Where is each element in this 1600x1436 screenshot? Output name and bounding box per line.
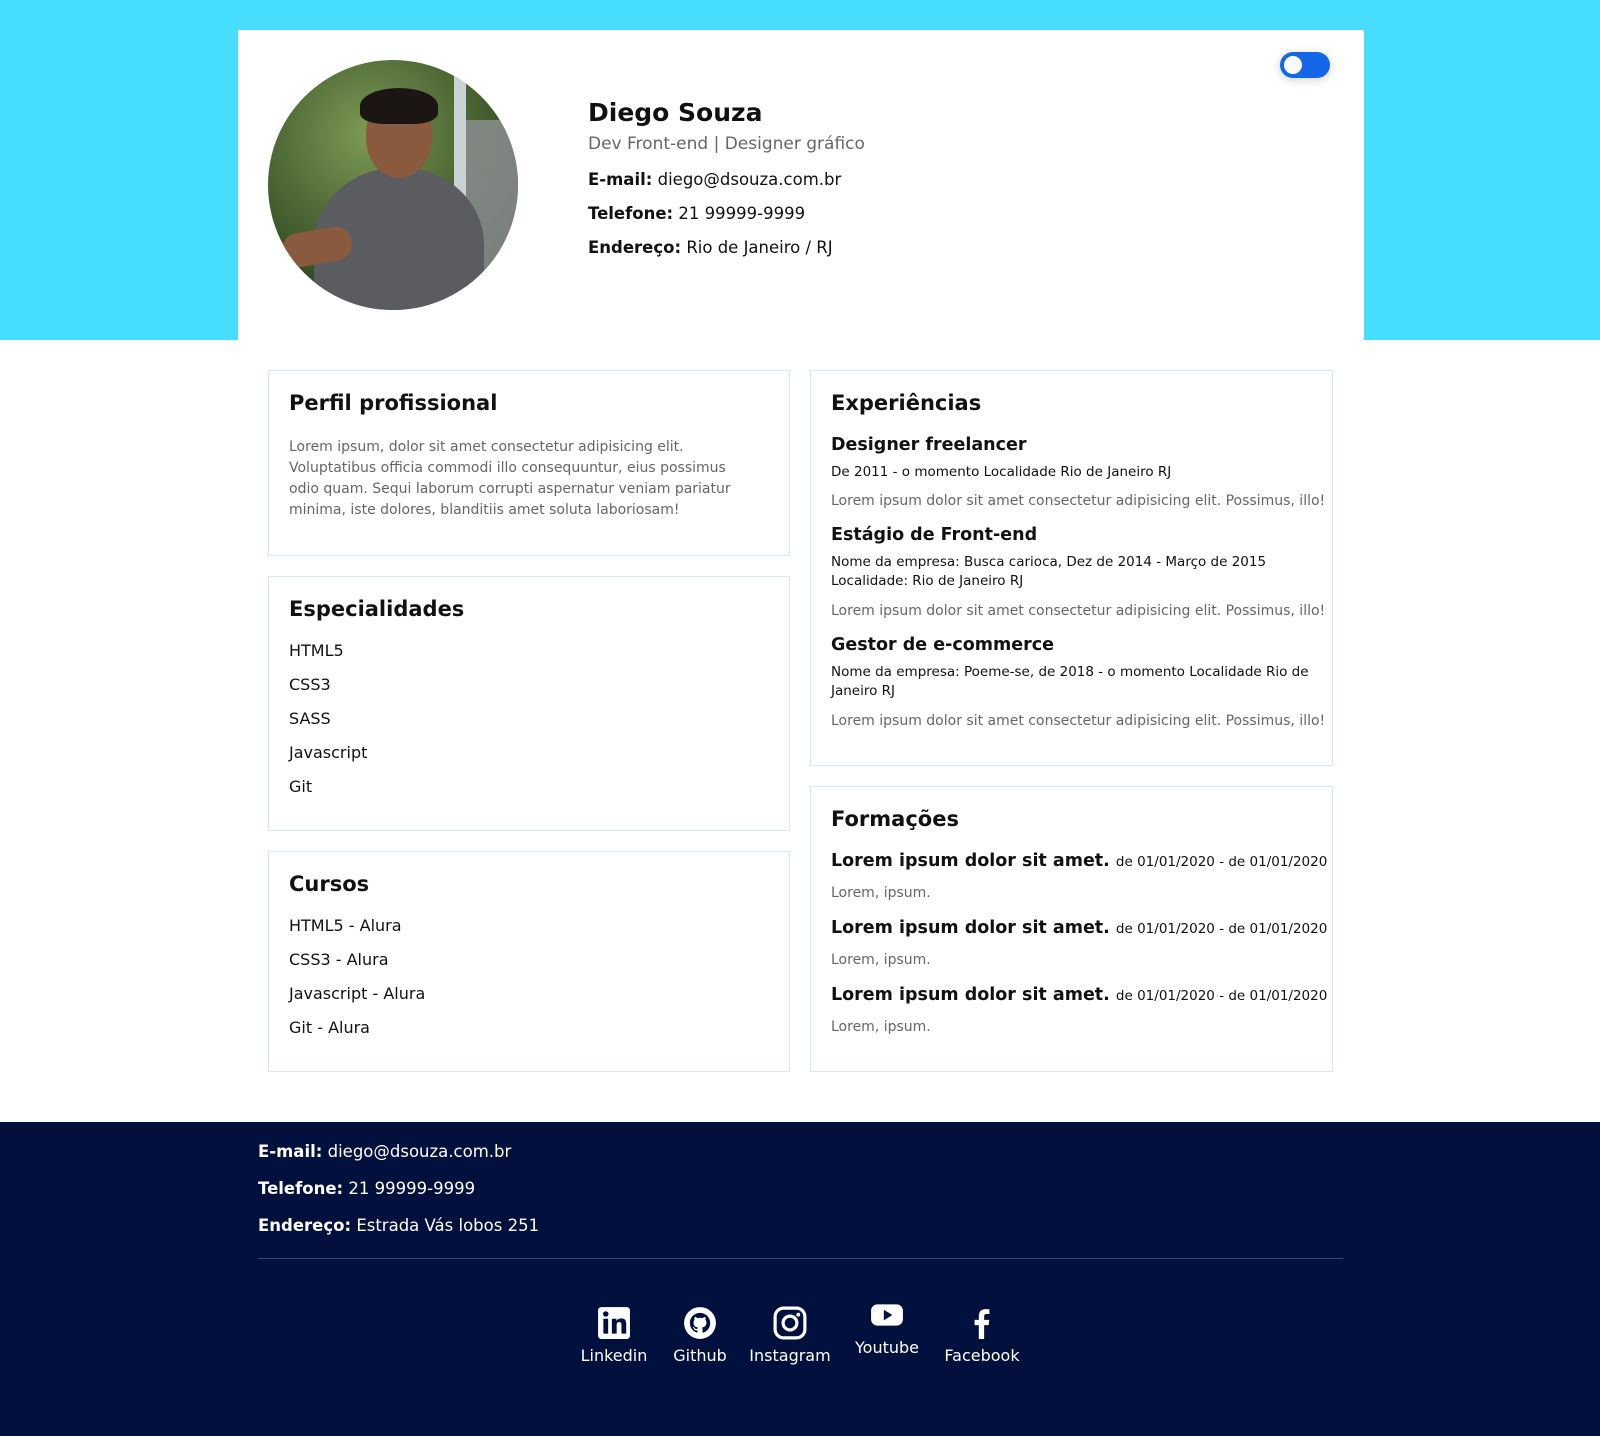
github-icon: [684, 1307, 716, 1339]
theme-toggle[interactable]: [1280, 52, 1330, 78]
linkedin-icon: [598, 1307, 630, 1339]
formacoes-card: Formações Lorem ipsum dolor sit amet. de…: [810, 786, 1333, 1072]
footer-phone-label: Telefone:: [258, 1179, 344, 1198]
formacao-description: Lorem, ipsum.: [831, 885, 931, 901]
cursos-title: Cursos: [289, 872, 370, 896]
social-link-github[interactable]: Github: [670, 1306, 730, 1365]
footer: E-mail: diego@dsouza.com.br Telefone: 21…: [0, 1122, 1600, 1436]
social-label: Github: [673, 1346, 727, 1365]
address-label: Endereço:: [588, 238, 682, 257]
profile-name: Diego Souza: [588, 98, 763, 127]
list-item: HTML5: [289, 641, 344, 660]
especialidades-title: Especialidades: [289, 597, 465, 621]
phone-label: Telefone:: [588, 204, 674, 223]
job-description: Lorem ipsum dolor sit amet consectetur a…: [831, 493, 1326, 509]
job-title: Gestor de e-commerce: [831, 635, 1054, 655]
avatar-hair: [360, 88, 438, 124]
cursos-card: Cursos HTML5 - Alura CSS3 - Alura Javasc…: [268, 851, 790, 1072]
formacao-name: Lorem ipsum dolor sit amet.: [831, 851, 1110, 871]
formacao-name: Lorem ipsum dolor sit amet.: [831, 985, 1110, 1005]
list-item: CSS3: [289, 675, 331, 694]
profile-role: Dev Front-end | Designer gráfico: [588, 134, 865, 154]
list-item: HTML5 - Alura: [289, 916, 402, 935]
email-label: E-mail:: [588, 170, 653, 189]
job-meta: De 2011 - o momento Localidade Rio de Ja…: [831, 464, 1172, 480]
toggle-knob: [1284, 56, 1302, 74]
social-link-facebook[interactable]: Facebook: [944, 1306, 1020, 1365]
formacao-title: Lorem ipsum dolor sit amet. de 01/01/202…: [831, 851, 1327, 871]
especialidades-card: Especialidades HTML5 CSS3 SASS Javascrip…: [268, 576, 790, 831]
experiencias-card: Experiências Designer freelancer De 2011…: [810, 370, 1333, 766]
list-item: Git: [289, 777, 313, 796]
list-item: Git - Alura: [289, 1018, 370, 1037]
profile-header: Diego Souza Dev Front-end | Designer grá…: [238, 30, 1364, 340]
social-link-instagram[interactable]: Instagram: [748, 1306, 832, 1365]
job-title: Designer freelancer: [831, 435, 1027, 455]
social-label: Linkedin: [580, 1346, 648, 1365]
social-label: Youtube: [855, 1338, 919, 1357]
social-link-youtube[interactable]: Youtube: [852, 1298, 922, 1357]
header-email: E-mail: diego@dsouza.com.br: [588, 170, 841, 189]
youtube-icon: [871, 1304, 903, 1326]
perfil-title: Perfil profissional: [289, 391, 498, 415]
phone-value: 21 99999-9999: [678, 204, 806, 223]
footer-phone: Telefone: 21 99999-9999: [258, 1179, 475, 1198]
experiencias-title: Experiências: [831, 391, 982, 415]
social-label: Instagram: [749, 1346, 831, 1365]
footer-address: Endereço: Estrada Vás lobos 251: [258, 1216, 539, 1235]
formacao-title: Lorem ipsum dolor sit amet. de 01/01/202…: [831, 918, 1327, 938]
header-phone: Telefone: 21 99999-9999: [588, 204, 805, 223]
footer-email-label: E-mail:: [258, 1142, 323, 1161]
email-value: diego@dsouza.com.br: [657, 170, 842, 189]
footer-phone-value: 21 99999-9999: [348, 1179, 476, 1198]
footer-address-value: Estrada Vás lobos 251: [356, 1216, 540, 1235]
footer-divider: [258, 1258, 1343, 1259]
perfil-text: Lorem ipsum, dolor sit amet consectetur …: [289, 439, 731, 518]
avatar: [268, 60, 518, 310]
formacao-dates: de 01/01/2020 - de 01/01/2020: [1115, 854, 1328, 870]
formacoes-title: Formações: [831, 807, 959, 831]
list-item: SASS: [289, 709, 331, 728]
social-link-linkedin[interactable]: Linkedin: [578, 1306, 650, 1365]
formacao-title: Lorem ipsum dolor sit amet. de 01/01/202…: [831, 985, 1327, 1005]
perfil-card: Perfil profissional Lorem ipsum, dolor s…: [268, 370, 790, 556]
footer-address-label: Endereço:: [258, 1216, 352, 1235]
list-item: CSS3 - Alura: [289, 950, 389, 969]
job-meta: Nome da empresa: Busca carioca, Dez de 2…: [831, 554, 1267, 589]
job-title: Estágio de Front-end: [831, 525, 1038, 545]
header-address: Endereço: Rio de Janeiro / RJ: [588, 238, 833, 257]
formacao-description: Lorem, ipsum.: [831, 952, 931, 968]
facebook-icon: [974, 1309, 990, 1339]
formacao-dates: de 01/01/2020 - de 01/01/2020: [1115, 921, 1328, 937]
list-item: Javascript - Alura: [289, 984, 426, 1003]
formacao-dates: de 01/01/2020 - de 01/01/2020: [1115, 988, 1328, 1004]
footer-email-value: diego@dsouza.com.br: [327, 1142, 512, 1161]
job-description: Lorem ipsum dolor sit amet consectetur a…: [831, 603, 1326, 619]
job-description: Lorem ipsum dolor sit amet consectetur a…: [831, 713, 1326, 729]
social-label: Facebook: [944, 1346, 1020, 1365]
address-value: Rio de Janeiro / RJ: [686, 238, 833, 257]
instagram-icon: [773, 1306, 807, 1340]
job-meta: Nome da empresa: Poeme-se, de 2018 - o m…: [831, 664, 1309, 699]
formacao-name: Lorem ipsum dolor sit amet.: [831, 918, 1110, 938]
footer-email: E-mail: diego@dsouza.com.br: [258, 1142, 511, 1161]
formacao-description: Lorem, ipsum.: [831, 1019, 931, 1035]
list-item: Javascript: [289, 743, 368, 762]
